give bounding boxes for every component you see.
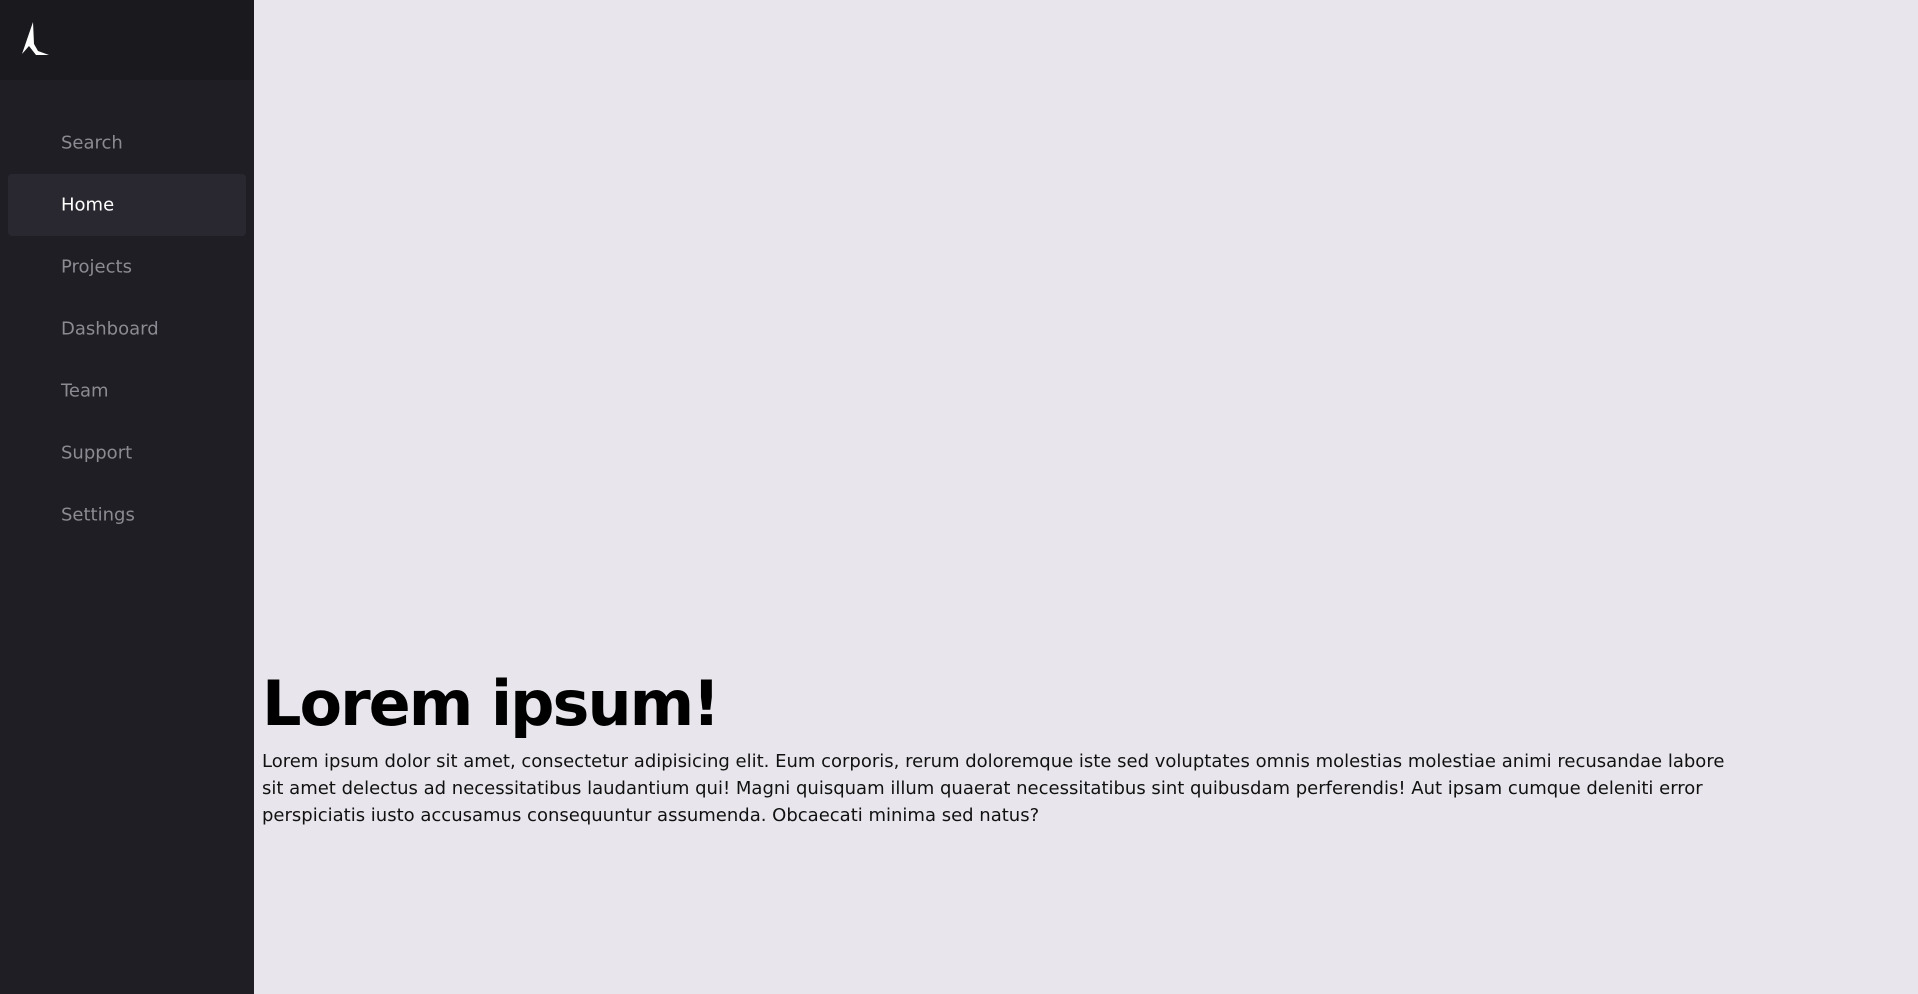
sidebar: Search Home Projects Dashboard Team Supp…	[0, 0, 254, 994]
sidebar-nav: Search Home Projects Dashboard Team Supp…	[0, 112, 254, 546]
sidebar-item-label: Team	[61, 380, 109, 402]
sidebar-item-home[interactable]: Home	[8, 174, 246, 236]
app-page: Search Home Projects Dashboard Team Supp…	[0, 0, 1918, 994]
logo-icon[interactable]	[20, 22, 50, 58]
sidebar-item-settings[interactable]: Settings	[8, 484, 246, 546]
page-title: Lorem ipsum!	[262, 667, 720, 740]
sidebar-item-label: Settings	[61, 504, 135, 526]
sidebar-item-support[interactable]: Support	[8, 422, 246, 484]
sidebar-item-team[interactable]: Team	[8, 360, 246, 422]
sidebar-item-label: Support	[61, 442, 133, 464]
sidebar-header	[0, 0, 254, 80]
intro-paragraph: Lorem ipsum dolor sit amet, consectetur …	[262, 751, 1725, 826]
sidebar-item-search[interactable]: Search	[8, 112, 246, 174]
sidebar-item-label: Search	[61, 132, 123, 154]
sidebar-item-label: Projects	[61, 256, 132, 278]
sidebar-item-dashboard[interactable]: Dashboard	[8, 298, 246, 360]
sidebar-item-label: Dashboard	[61, 318, 159, 340]
sidebar-item-projects[interactable]: Projects	[8, 236, 246, 298]
sidebar-item-label: Home	[61, 194, 115, 216]
